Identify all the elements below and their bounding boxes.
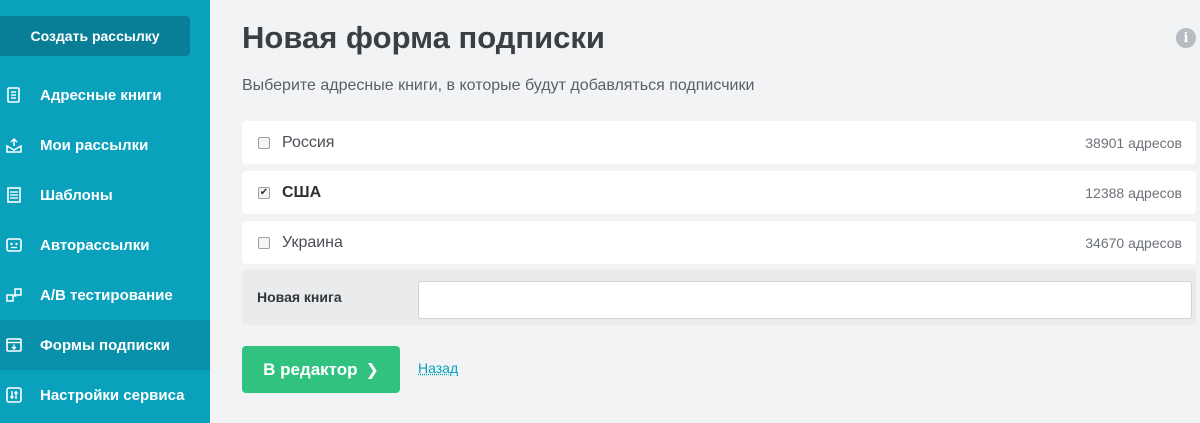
checkbox[interactable] xyxy=(258,136,270,149)
new-book-input[interactable] xyxy=(418,281,1192,319)
automation-icon xyxy=(0,237,40,253)
checkbox-checked[interactable]: ✔ xyxy=(258,186,270,199)
settings-sliders-icon xyxy=(0,387,40,403)
editor-button-label: В редактор xyxy=(263,359,358,379)
sidebar-item-label: Шаблоны xyxy=(40,186,113,204)
create-mailing-button[interactable]: Создать рассылку xyxy=(0,16,190,56)
address-book-row[interactable]: ✔ США 12388 адресов xyxy=(242,171,1196,214)
sidebar-item-label: Формы подписки xyxy=(40,336,170,354)
sidebar-item-service-settings[interactable]: Настройки сервиса xyxy=(0,370,210,420)
sidebar-item-label: Настройки сервиса xyxy=(40,386,185,404)
sidebar-item-label: Адресные книги xyxy=(40,86,162,104)
address-book-row[interactable]: Россия 38901 адресов xyxy=(242,121,1196,164)
address-book-count: 34670 адресов xyxy=(1085,234,1182,251)
address-book-name: Россия xyxy=(282,133,335,151)
address-book-name: Украина xyxy=(282,233,343,251)
address-book-row[interactable]: Украина 34670 адресов xyxy=(242,221,1196,264)
sidebar-item-ab-testing[interactable]: A/B тестирование xyxy=(0,270,210,320)
chevron-right-icon: ❯ xyxy=(365,361,379,379)
back-link[interactable]: Назад xyxy=(418,360,458,376)
sidebar-item-autoresponders[interactable]: Авторассылки xyxy=(0,220,210,270)
subscription-form-icon xyxy=(0,337,40,353)
checkbox[interactable] xyxy=(258,236,270,249)
page-title: Новая форма подписки xyxy=(242,20,605,55)
sidebar-item-my-mailings[interactable]: Мои рассылки xyxy=(0,120,210,170)
go-to-editor-button[interactable]: В редактор ❯ xyxy=(242,346,400,393)
address-book-count: 38901 адресов xyxy=(1085,134,1182,151)
ab-test-icon xyxy=(0,287,40,303)
mailing-icon xyxy=(0,137,40,153)
sidebar-item-templates[interactable]: Шаблоны xyxy=(0,170,210,220)
new-book-panel: Новая книга xyxy=(242,270,1196,325)
page-subtitle: Выберите адресные книги, в которые будут… xyxy=(242,77,755,94)
sidebar-item-subscription-forms[interactable]: Формы подписки xyxy=(0,320,210,370)
info-icon[interactable]: i xyxy=(1176,28,1196,48)
sidebar-item-label: A/B тестирование xyxy=(40,286,173,304)
sidebar-nav: Адресные книги Мои рассылки Шаблоны Авто… xyxy=(0,70,210,420)
address-book-icon xyxy=(0,87,40,103)
sidebar-item-label: Авторассылки xyxy=(40,236,150,254)
templates-icon xyxy=(0,187,40,203)
address-book-name: США xyxy=(282,183,322,201)
sidebar: Создать рассылку Адресные книги Мои расс… xyxy=(0,0,210,423)
new-book-label: Новая книга xyxy=(257,289,342,305)
sidebar-item-address-books[interactable]: Адресные книги xyxy=(0,70,210,120)
address-book-count: 12388 адресов xyxy=(1085,184,1182,201)
sidebar-item-label: Мои рассылки xyxy=(40,136,149,154)
